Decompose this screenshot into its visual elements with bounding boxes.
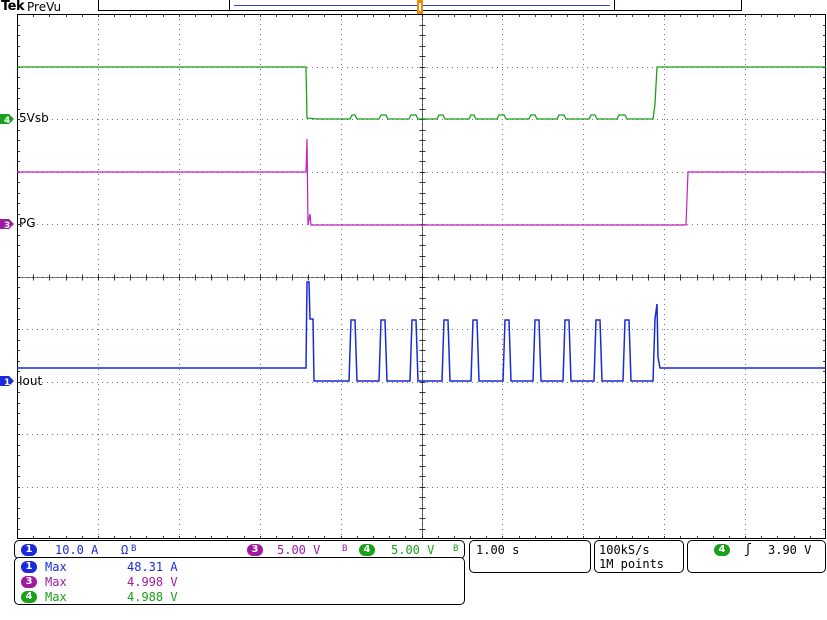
measurement-row[interactable]: 4 Max 4.988 V bbox=[15, 589, 466, 604]
trigger-source-badge[interactable]: 4 bbox=[714, 544, 730, 556]
ch3-scale-readout[interactable]: 5.00 V bbox=[277, 543, 320, 557]
trigger-slope-icon[interactable]: ʃ bbox=[744, 542, 752, 557]
ch4-bandwidth-limit-indicator: B bbox=[453, 544, 459, 554]
svg-text:4: 4 bbox=[4, 116, 10, 125]
brand-label: Tek bbox=[1, 0, 25, 14]
record-length-readout: 1M points bbox=[599, 557, 665, 571]
trigger-position-marker-icon[interactable] bbox=[417, 0, 423, 14]
measurement-row[interactable]: 3 Max 4.998 V bbox=[15, 574, 466, 589]
ch4-channel-label: 5Vsb bbox=[19, 111, 49, 125]
timebase-readout[interactable]: 1.00 s bbox=[476, 543, 519, 557]
ch3-channel-label: PG bbox=[19, 216, 36, 230]
measurement-type-label: Max bbox=[45, 590, 67, 604]
ch1-bandwidth-limit-indicator: B bbox=[131, 544, 137, 554]
top-status-bar: Tek PreVu bbox=[0, 0, 827, 14]
svg-text:3: 3 bbox=[4, 221, 10, 230]
ch3-badge[interactable]: 3 bbox=[247, 544, 263, 556]
ch3-ground-marker-icon[interactable]: 3 bbox=[0, 218, 14, 230]
measurement-row[interactable]: 1 Max 48.31 A bbox=[15, 559, 466, 574]
measurement-source-badge: 1 bbox=[21, 561, 37, 573]
ch4-waveform bbox=[17, 66, 826, 120]
ch4-ground-marker-icon[interactable]: 4 bbox=[0, 113, 14, 125]
ch3-bandwidth-limit-indicator: B bbox=[342, 544, 348, 554]
measurement-value: 48.31 A bbox=[127, 560, 178, 574]
trigger-panel[interactable]: 4 ʃ 3.90 V bbox=[687, 540, 826, 573]
measurements-panel[interactable]: 1 Max 48.31 A 3 Max 4.998 V 4 Max 4.988 … bbox=[14, 557, 465, 605]
acquisition-mode-label: PreVu bbox=[27, 0, 62, 14]
trigger-level-readout[interactable]: 3.90 V bbox=[768, 543, 811, 557]
ch1-badge[interactable]: 1 bbox=[21, 544, 37, 556]
ch4-scale-readout[interactable]: 5.00 V bbox=[391, 543, 434, 557]
horizontal-timebase-panel[interactable]: 1.00 s bbox=[469, 540, 591, 573]
acquisition-panel[interactable]: 100kS/s 1M points bbox=[594, 540, 684, 573]
ch4-badge[interactable]: 4 bbox=[359, 544, 375, 556]
svg-text:1: 1 bbox=[4, 378, 10, 387]
ch1-impedance-indicator: Ω bbox=[121, 543, 129, 557]
graticule bbox=[17, 14, 826, 539]
measurement-type-label: Max bbox=[45, 560, 67, 574]
ch1-scale-readout[interactable]: 10.0 A bbox=[55, 543, 98, 557]
sample-rate-readout: 100kS/s bbox=[599, 543, 650, 557]
measurement-source-badge: 3 bbox=[21, 576, 37, 588]
measurement-value: 4.998 V bbox=[127, 575, 178, 589]
ch1-channel-label: Iout bbox=[19, 374, 43, 388]
measurement-source-badge: 4 bbox=[21, 591, 37, 603]
ch1-ground-marker-icon[interactable]: 1 bbox=[0, 375, 14, 387]
measurement-value: 4.988 V bbox=[127, 590, 178, 604]
measurement-type-label: Max bbox=[45, 575, 67, 589]
ch1-waveform bbox=[17, 281, 826, 382]
waveform-display[interactable] bbox=[17, 14, 826, 539]
